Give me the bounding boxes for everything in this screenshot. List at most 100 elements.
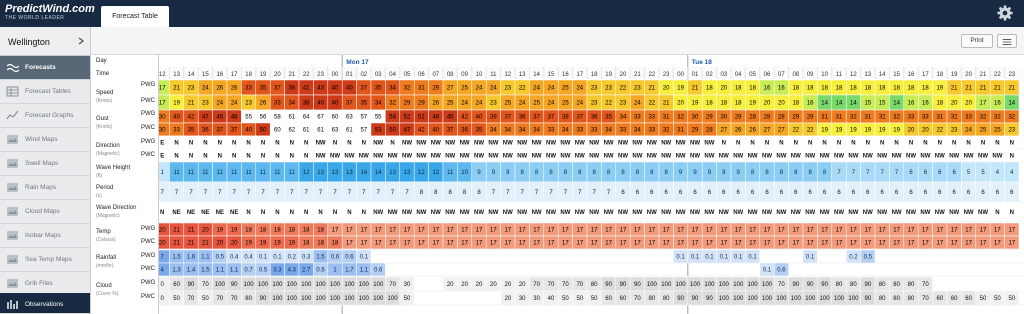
speed-pwg-value: 18	[879, 86, 886, 92]
wave-dir-value: NW	[834, 210, 844, 216]
cloud-pwg-value: 100	[287, 282, 298, 288]
time-cell: 18	[245, 72, 252, 78]
sidebar-item-swell-maps[interactable]: Swell Maps	[0, 152, 90, 176]
rain-pwg-value: 0.1	[676, 255, 685, 261]
dir-pwc-value: NW	[992, 154, 1002, 160]
wave-dir-value: NW	[690, 210, 700, 216]
sidebar-item-forecast-graphs[interactable]: Forecast Graphs	[0, 104, 90, 128]
time-cell: 20	[620, 72, 627, 78]
logo[interactable]: PredictWind.com THE WORLD LEADER	[5, 3, 95, 22]
cloud-pwc-value: 70	[922, 296, 929, 302]
sidebar-item-isobar-maps[interactable]: Isobar Maps	[0, 224, 90, 248]
sidebar-item-observations[interactable]: Observations	[0, 293, 90, 314]
sidebar-item-wind-maps[interactable]: Wind Maps	[0, 128, 90, 152]
wave-dir-value: N	[995, 210, 999, 216]
time-cell: 23	[1008, 72, 1015, 78]
location-selector[interactable]: Wellington	[0, 27, 90, 56]
gust-pwg-value: 32	[893, 115, 900, 121]
dir-pwg-value: N	[189, 141, 193, 147]
dir-pwg-value: N	[822, 141, 826, 147]
wave-dir-value: NW	[704, 210, 714, 216]
time-cell: 20	[965, 72, 972, 78]
cloud-pwc-value: 30	[519, 296, 526, 302]
wave-height-value: 11	[173, 170, 180, 176]
temp-pwc-value: 17	[706, 241, 713, 247]
unit-gust: (Knots)	[96, 124, 113, 130]
wave-dir-value: NE	[172, 210, 180, 216]
gust-pwc-value: 61	[303, 128, 310, 134]
temp-pwg-value: 17	[792, 228, 799, 234]
time-cell: 12	[850, 72, 857, 78]
speed-pwc-value: 24	[231, 101, 238, 107]
sidebar-item-cloud-maps[interactable]: Cloud Maps	[0, 200, 90, 224]
speed-pwc-value: 14	[893, 101, 900, 107]
cloud-pwg-value: 90	[864, 282, 871, 288]
wave-dir-value: NW	[647, 210, 657, 216]
gust-pwg-value: 52	[404, 115, 411, 121]
speed-pwg-value: 21	[173, 86, 180, 92]
temp-pwg-value: 17	[634, 228, 641, 234]
swell-map-icon	[7, 159, 18, 168]
cloud-pwc-value: 90	[692, 296, 699, 302]
temp-pwg-value: 17	[432, 228, 439, 234]
wave-dir-value: NW	[373, 210, 383, 216]
sidebar-item-rain-maps[interactable]: Rain Maps	[0, 176, 90, 200]
gust-pwg-value: 32	[980, 115, 987, 121]
temp-pwc-value: 17	[980, 241, 987, 247]
gear-icon[interactable]	[996, 4, 1014, 22]
dir-pwg-value: NW	[373, 141, 383, 147]
speed-pwg-value: 16	[764, 86, 771, 92]
menu-button[interactable]	[997, 34, 1017, 48]
rain-pwg-value: 0.1	[734, 255, 743, 261]
cloud-pwc-value: 50	[980, 296, 987, 302]
chevron-right-icon	[78, 37, 85, 45]
time-cell: 07	[778, 72, 785, 78]
sidebar-item-sea-temp-maps[interactable]: Sea Temp Maps	[0, 248, 90, 272]
gust-pwc-value: 47	[404, 128, 411, 134]
wave-height-value: 11	[217, 170, 224, 176]
sidebar-item-forecast-tables[interactable]: Forecast Tables	[0, 80, 90, 104]
time-cell: 02	[706, 72, 713, 78]
cloud-pwc-value: 50	[202, 296, 209, 302]
sidebar-item-forecasts[interactable]: Forecasts	[0, 56, 90, 80]
gust-pwc-value: 25	[980, 128, 987, 134]
print-button[interactable]: Print	[961, 34, 993, 48]
time-cell: 08	[447, 72, 454, 78]
dir-pwc-value: NW	[733, 154, 743, 160]
speed-pwc-value: 34	[375, 101, 382, 107]
label-day: Day	[96, 58, 107, 64]
gust-pwc-value: 61	[317, 128, 324, 134]
dir-pwg-value: N	[923, 141, 927, 147]
cloud-pwc-value: 100	[301, 296, 312, 302]
wave-dir-value: NW	[791, 210, 801, 216]
logo-title: PredictWind.com	[5, 3, 95, 15]
dir-pwc-value: NW	[661, 154, 671, 160]
tab-forecast-table[interactable]: Forecast Table	[101, 6, 169, 27]
time-cell: 21	[288, 72, 295, 78]
dir-pwg-value: NW	[546, 141, 556, 147]
cloud-pwc-value: 50	[994, 296, 1001, 302]
dir-pwg-value: N	[362, 141, 366, 147]
sidebar-item-label: Forecast Tables	[25, 88, 71, 95]
dir-pwc-value: NW	[402, 154, 412, 160]
wave-dir-value: N	[362, 210, 366, 216]
gust-pwc-value: 34	[490, 128, 497, 134]
gust-pwc-value: 22	[807, 128, 814, 134]
speed-pwg-value: 25	[461, 86, 468, 92]
speed-pwg-value: 18	[850, 86, 857, 92]
wave-dir-value: NW	[560, 210, 570, 216]
speed-pwg-value: 34	[389, 86, 396, 92]
dir-pwc-value: NW	[704, 154, 714, 160]
speed-pwc-value: 14	[850, 101, 857, 107]
speed-pwg-value: 21	[1008, 86, 1015, 92]
gust-pwg-value: 37	[533, 115, 540, 121]
dir-pwg-value: NW	[575, 141, 585, 147]
cloud-pwc-value: 100	[733, 296, 744, 302]
unit-temp: (Celsius)	[96, 237, 116, 243]
dir-pwg-value: NW	[704, 141, 714, 147]
label-wave-height: Wave Height	[96, 165, 131, 171]
speed-pwg-value: 18	[922, 86, 929, 92]
temp-pwg-value: 17	[346, 228, 353, 234]
dir-pwg-value: NW	[532, 141, 542, 147]
speed-pwc-value: 19	[173, 101, 180, 107]
